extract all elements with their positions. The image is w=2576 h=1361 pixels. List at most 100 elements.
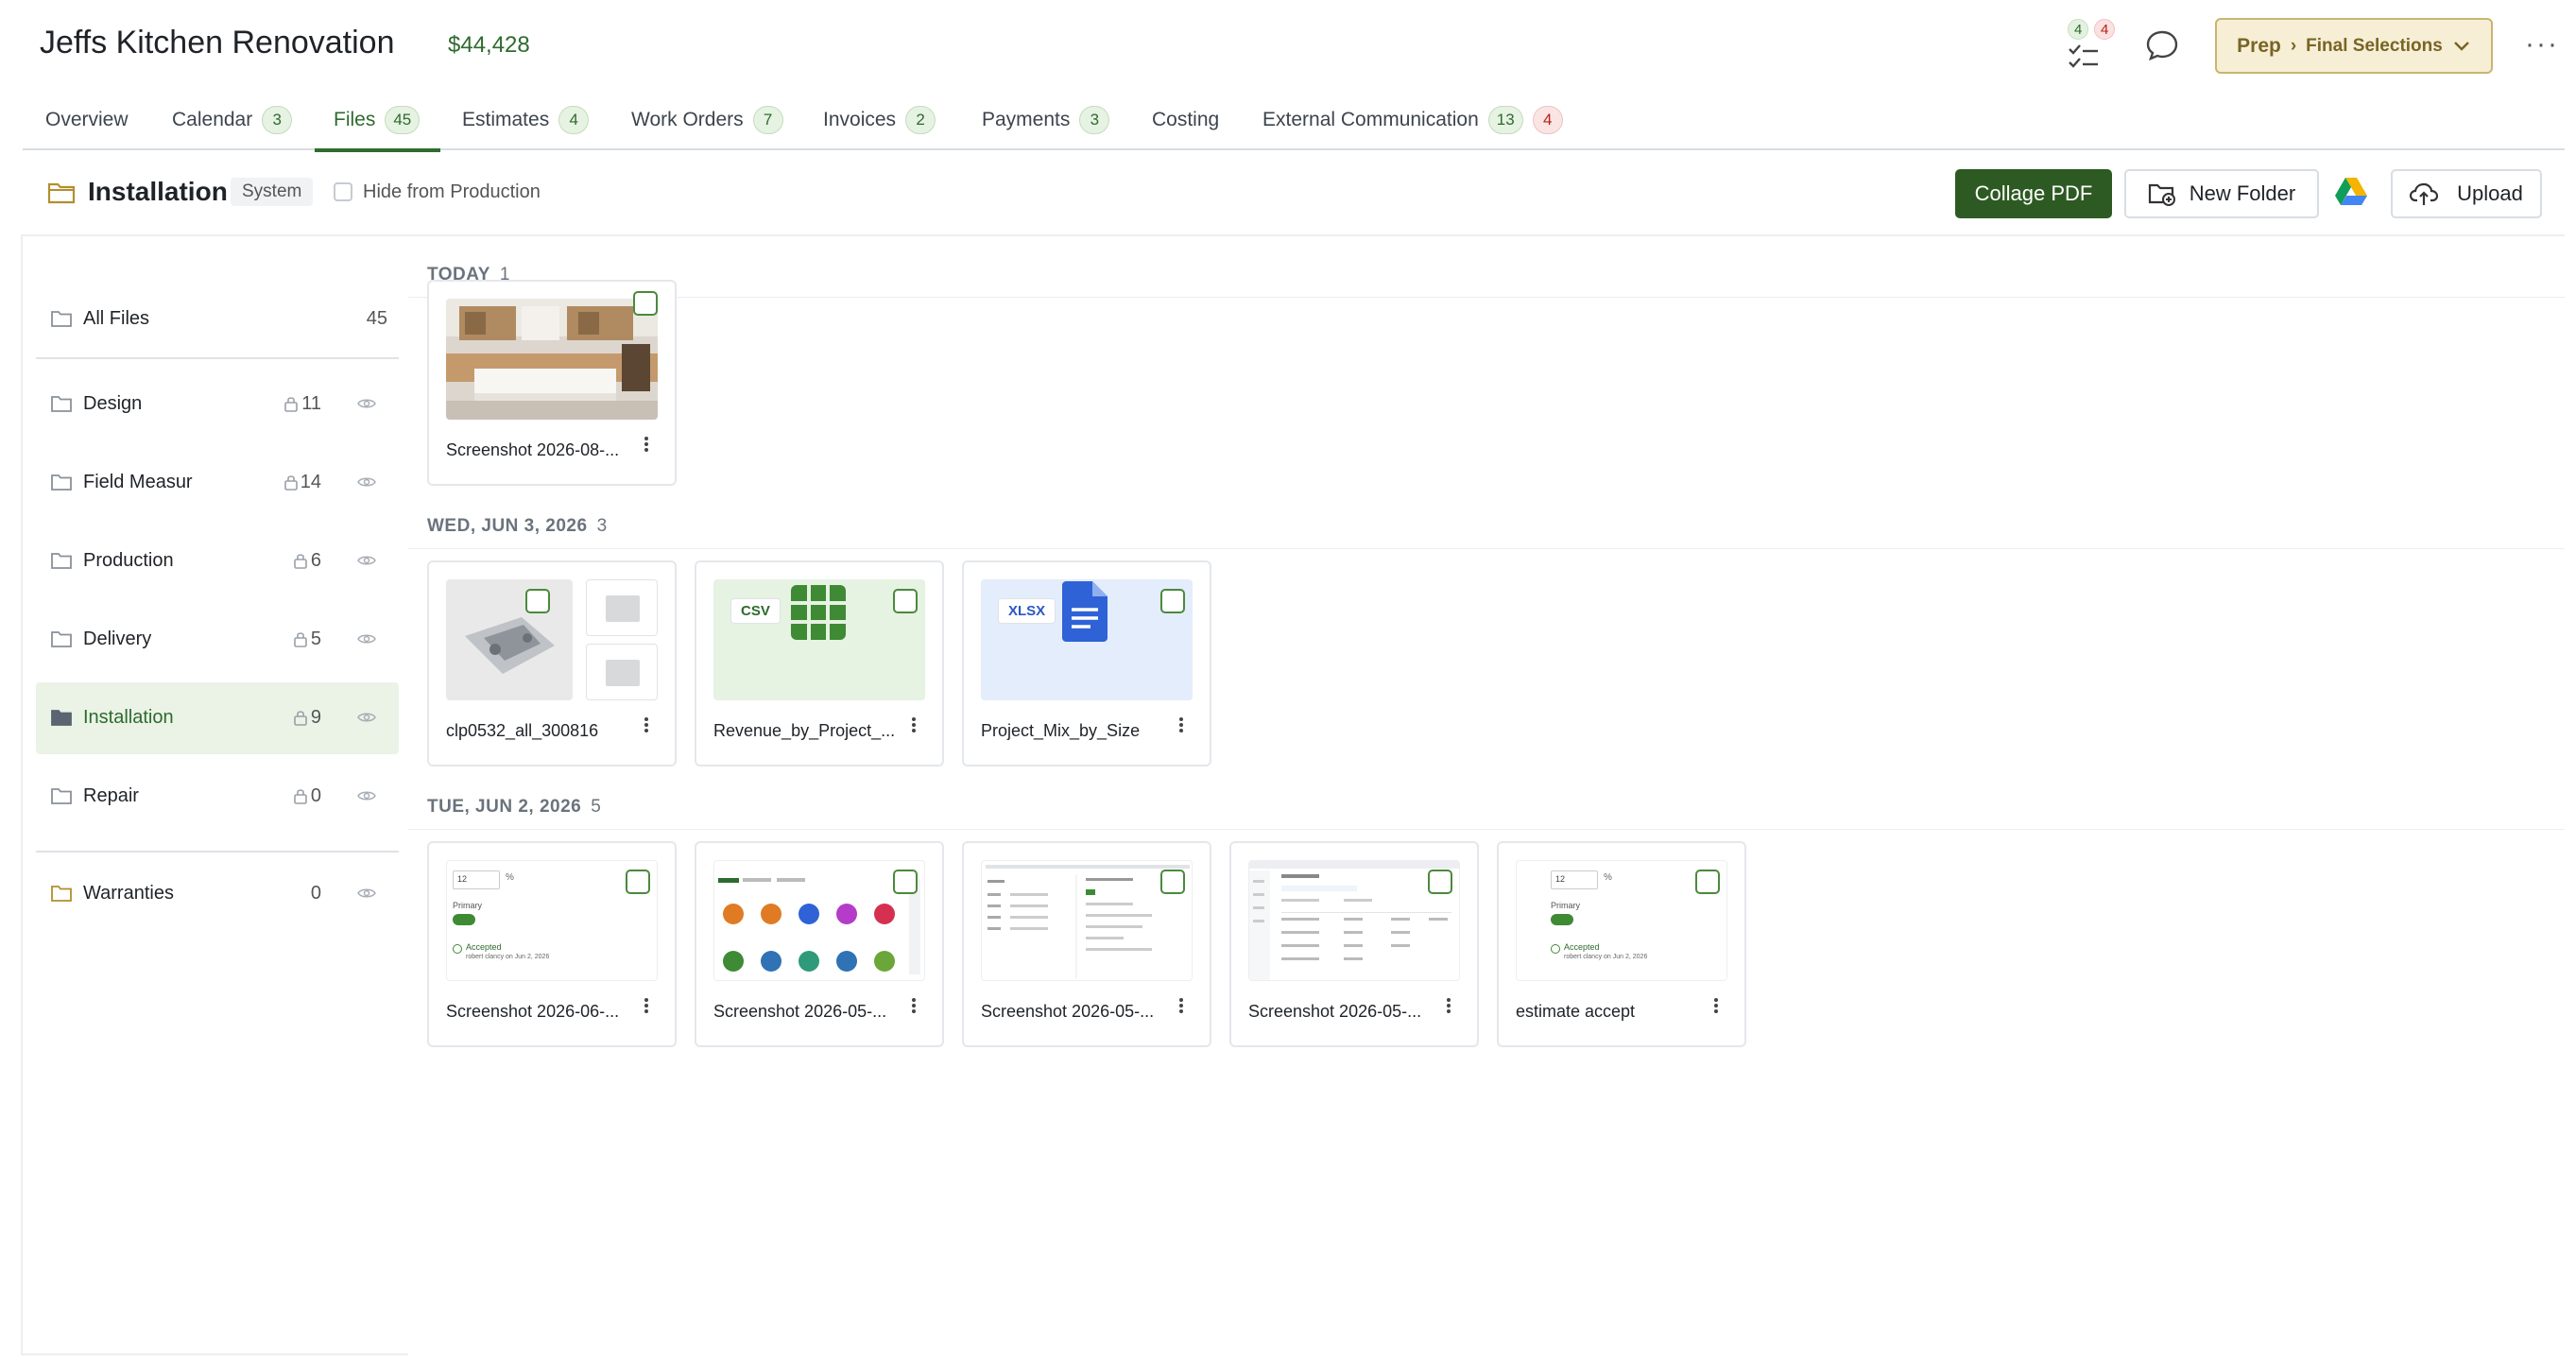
file-menu-button[interactable] [1445, 996, 1452, 1015]
lock-icon [294, 632, 307, 647]
tab-label: Payments [982, 109, 1071, 130]
tab-work-orders[interactable]: Work Orders 7 [631, 90, 783, 150]
tab-count-badge: 3 [262, 106, 293, 134]
file-select-checkbox[interactable] [1428, 870, 1452, 894]
tab-payments[interactable]: Payments 3 [982, 90, 1110, 150]
date-group-count: 3 [596, 516, 608, 536]
file-name: Screenshot 2026-05-... [981, 1002, 1155, 1021]
tab-label: External Communication [1262, 109, 1479, 130]
files-panel [408, 234, 2565, 1355]
tab-external-communication[interactable]: External Communication 13 4 [1262, 90, 1563, 150]
sidebar-item-count: 5 [310, 629, 321, 649]
sidebar-item-repair[interactable]: Repair 0 [36, 761, 399, 833]
tasks-open-badge: 4 [2068, 19, 2089, 40]
file-card[interactable]: Screenshot 2026-05-... [695, 841, 944, 1047]
sidebar-item-label: Delivery [83, 629, 152, 649]
tasks-button[interactable]: 4 4 [2060, 15, 2121, 78]
sidebar-item-count: 14 [300, 472, 321, 492]
file-card[interactable]: Screenshot 2026-05-... [962, 841, 1211, 1047]
file-card[interactable]: Screenshot 2026-05-... [1229, 841, 1479, 1047]
cloud-upload-icon [2410, 182, 2439, 205]
sidebar-divider [36, 851, 399, 853]
tab-invoices[interactable]: Invoices 2 [823, 90, 936, 150]
file-select-checkbox[interactable] [525, 589, 550, 613]
sidebar-item-field-measure[interactable]: Field Measur 14 [36, 447, 399, 519]
sidebar-item-label: Field Measur [83, 472, 193, 492]
file-card[interactable]: 12 % Primary Accepted robert clancy on J… [1497, 841, 1746, 1047]
file-card[interactable]: CSV Revenue_by_Project_... [695, 560, 944, 767]
folder-icon [51, 631, 72, 647]
tab-label: Invoices [823, 109, 897, 130]
file-name: Screenshot 2026-05-... [713, 1002, 887, 1021]
file-name: Screenshot 2026-05-... [1248, 1002, 1422, 1021]
eye-icon[interactable] [357, 554, 376, 567]
file-card[interactable]: XLSX Project_Mix_by_Size [962, 560, 1211, 767]
tab-estimates[interactable]: Estimates 4 [462, 90, 590, 150]
file-type-badge: XLSX [998, 598, 1056, 624]
folder-icon [51, 311, 72, 327]
chat-button[interactable] [2145, 28, 2183, 66]
more-options-button[interactable]: ··· [2525, 28, 2559, 60]
tasks-overdue-badge: 4 [2094, 19, 2116, 40]
file-menu-button[interactable] [643, 435, 650, 454]
file-select-checkbox[interactable] [626, 870, 650, 894]
eye-icon[interactable] [357, 789, 376, 802]
new-folder-button[interactable]: New Folder [2124, 169, 2319, 218]
file-menu-button[interactable] [1177, 715, 1185, 734]
file-menu-button[interactable] [1712, 996, 1720, 1015]
file-menu-button[interactable] [910, 715, 918, 734]
eye-icon[interactable] [357, 711, 376, 724]
status-separator: › [2290, 35, 2297, 56]
upload-button[interactable]: Upload [2391, 169, 2542, 218]
file-name: clp0532_all_300816 [446, 721, 599, 740]
date-group-header: TUE, JUN 2, 2026 5 [427, 797, 601, 818]
file-select-checkbox[interactable] [1160, 589, 1185, 613]
tab-label: Files [334, 109, 376, 130]
tab-files[interactable]: Files 45 [314, 90, 441, 152]
file-menu-button[interactable] [643, 715, 650, 734]
file-card[interactable]: Screenshot 2026-08-... [427, 280, 677, 486]
tab-label: Work Orders [631, 109, 744, 130]
tab-costing[interactable]: Costing [1152, 90, 1219, 150]
eye-icon[interactable] [357, 632, 376, 646]
tab-label: Estimates [462, 109, 550, 130]
file-card[interactable]: clp0532_all_300816 [427, 560, 677, 767]
sidebar-item-delivery[interactable]: Delivery 5 [36, 604, 399, 676]
folder-icon [51, 396, 72, 412]
eye-icon[interactable] [357, 397, 376, 410]
group-divider [408, 829, 2565, 830]
kitchen-photo-thumbnail [446, 299, 658, 420]
hide-from-production-label[interactable]: Hide from Production [363, 181, 541, 203]
sidebar-item-label: Design [83, 393, 143, 414]
folder-plus-icon [2148, 183, 2175, 206]
file-select-checkbox[interactable] [893, 870, 918, 894]
file-menu-button[interactable] [643, 996, 650, 1015]
collage-pdf-button[interactable]: Collage PDF [1955, 169, 2112, 218]
file-select-checkbox[interactable] [893, 589, 918, 613]
file-select-checkbox[interactable] [1695, 870, 1720, 894]
tab-calendar[interactable]: Calendar 3 [172, 90, 293, 150]
sidebar-item-production[interactable]: Production 6 [36, 525, 399, 597]
file-card[interactable]: 12 % Primary Accepted robert clancy on J… [427, 841, 677, 1047]
sidebar-item-all-files[interactable]: All Files 45 [36, 284, 399, 355]
sidebar-item-installation[interactable]: Installation 9 [36, 682, 399, 754]
tab-label: Costing [1152, 109, 1220, 130]
document-icon [1062, 581, 1108, 642]
eye-icon[interactable] [357, 887, 376, 900]
file-select-checkbox[interactable] [1160, 870, 1185, 894]
tab-overview[interactable]: Overview [45, 90, 129, 150]
google-drive-button[interactable] [2334, 176, 2372, 212]
eye-icon[interactable] [357, 475, 376, 489]
hide-from-production-checkbox[interactable] [334, 182, 352, 201]
sidebar-item-warranties[interactable]: Warranties 0 [36, 858, 399, 930]
thumb-percent-sign: % [506, 872, 514, 883]
project-status-dropdown[interactable]: Prep › Final Selections [2215, 18, 2493, 74]
thumb-accepted-by: robert clancy on Jun 2, 2026 [1564, 954, 1648, 960]
sidebar-item-design[interactable]: Design 11 [36, 369, 399, 440]
tab-label: Calendar [172, 109, 253, 130]
file-menu-button[interactable] [910, 996, 918, 1015]
lock-icon [284, 475, 298, 491]
file-menu-button[interactable] [1177, 996, 1185, 1015]
sidebar-item-label: Repair [83, 785, 139, 806]
file-select-checkbox[interactable] [633, 291, 658, 316]
